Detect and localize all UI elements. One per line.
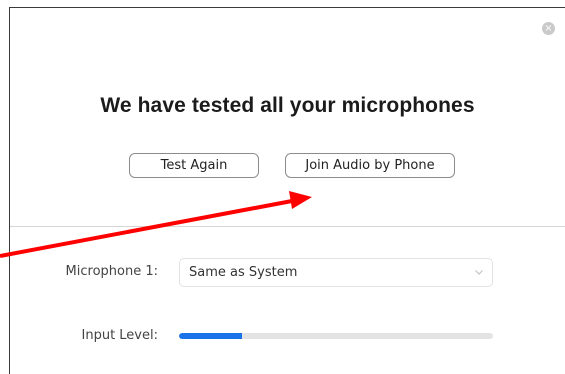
dialog-left-border: [9, 7, 10, 374]
input-level-label: Input Level:: [81, 328, 159, 343]
close-icon[interactable]: ×: [542, 22, 555, 35]
chevron-down-icon: [475, 270, 483, 275]
microphone-label: Microphone 1:: [65, 264, 158, 279]
input-level-fill: [179, 333, 242, 339]
test-again-button[interactable]: Test Again: [129, 153, 259, 178]
annotation-arrow-head: [289, 191, 312, 209]
microphone-select-value: Same as System: [189, 265, 298, 280]
microphone-select[interactable]: Same as System: [179, 258, 493, 287]
join-audio-by-phone-button[interactable]: Join Audio by Phone: [285, 153, 455, 178]
dialog-top-border: [9, 7, 565, 8]
annotation-arrow: [0, 191, 312, 258]
audio-test-dialog: × We have tested all your microphones Te…: [0, 0, 565, 374]
annotation-arrow-shaft: [0, 199, 293, 258]
section-divider: [10, 226, 565, 227]
dialog-title: We have tested all your microphones: [100, 94, 475, 117]
input-level-meter: [179, 333, 493, 339]
